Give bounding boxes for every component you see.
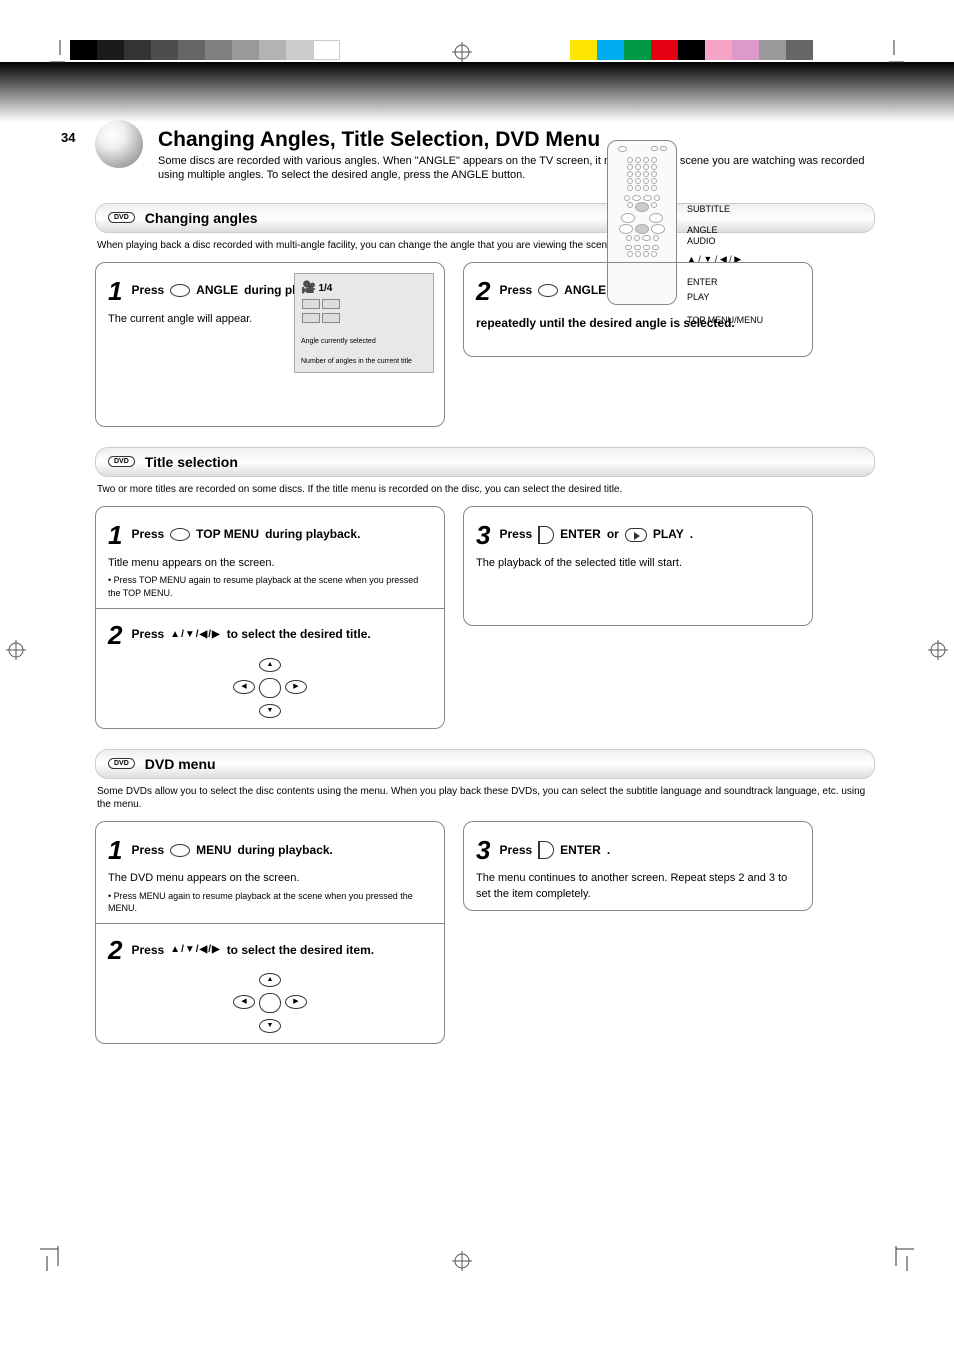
registration-mark-icon xyxy=(452,1251,472,1271)
registration-mark-icon xyxy=(928,640,948,660)
step-box: 1 Press MENU during playback. The DVD me… xyxy=(95,821,445,1044)
step-text: repeatedly until the desired angle is se… xyxy=(476,315,735,332)
section-title: Title selection xyxy=(145,454,238,470)
registration-mark-icon xyxy=(6,640,26,660)
dpad-icon: ▲▼◀▶ xyxy=(225,973,315,1033)
step-box: 3 Press ENTER or PLAY . The playback of … xyxy=(463,506,813,626)
step-body: Title menu appears on the screen. xyxy=(108,556,432,571)
enter-button-icon xyxy=(538,841,554,859)
osd-inset: 🎥 1/4 Angle currently selected Number of… xyxy=(294,273,434,373)
step-box: 1 Press ANGLE during playback. The curre… xyxy=(95,262,445,427)
crop-mark-icon xyxy=(889,1246,914,1271)
dvd-badge-icon: DVD xyxy=(108,758,135,769)
section-description: Two or more titles are recorded on some … xyxy=(97,483,873,496)
section-bar-title: DVD Title selection xyxy=(95,447,875,477)
dpad-icon: ▲▼◀▶ xyxy=(225,658,315,718)
inset-caption: Angle currently selected xyxy=(301,338,376,346)
step-text: to select the desired item. xyxy=(227,942,374,959)
section-title: DVD menu xyxy=(145,756,216,772)
step-button-label: MENU xyxy=(196,842,231,859)
step-note: • Press TOP MENU again to resume playbac… xyxy=(108,574,432,599)
dvd-badge-icon: DVD xyxy=(108,456,135,467)
step-text: or xyxy=(607,526,619,543)
dvd-badge-icon: DVD xyxy=(108,212,135,223)
step-button-label: PLAY xyxy=(653,526,684,543)
step-text: Press xyxy=(131,942,164,959)
step-text: Press xyxy=(499,282,532,299)
camera-icon: 🎥 xyxy=(301,280,316,294)
step-text: Press xyxy=(131,282,164,299)
top-menu-button-icon xyxy=(170,528,190,541)
page-subtitle: Some discs are recorded with various ang… xyxy=(158,154,875,183)
color-calibration-strip xyxy=(570,40,813,60)
menu-button-icon xyxy=(170,844,190,857)
remote-label: AUDIO xyxy=(687,237,763,246)
step-text: . xyxy=(690,526,693,543)
remote-label: ANGLE xyxy=(687,226,763,235)
step-text: Press xyxy=(499,842,532,859)
step-text: during playback. xyxy=(238,842,333,859)
page-number: 34 xyxy=(61,130,75,145)
section-bar-dvd-menu: DVD DVD menu xyxy=(95,749,875,779)
step-text: Press xyxy=(131,526,164,543)
step-text: . xyxy=(607,842,610,859)
step-body: The DVD menu appears on the screen. xyxy=(108,871,432,886)
crop-mark-icon xyxy=(50,40,70,70)
angle-button-icon xyxy=(170,284,190,297)
angle-readout: 1/4 xyxy=(318,283,332,294)
crop-mark-icon xyxy=(40,1246,65,1271)
section-title: Changing angles xyxy=(145,210,258,226)
step-text: Press xyxy=(499,526,532,543)
step-box: 2 Press ANGLE repeatedly until the desir… xyxy=(463,262,813,357)
header-gradient xyxy=(0,62,954,122)
step-text: to select the desired title. xyxy=(227,626,371,643)
crop-mark-icon xyxy=(884,40,904,70)
step-note: • Press MENU again to resume playback at… xyxy=(108,890,432,915)
inset-caption: Number of angles in the current title xyxy=(301,358,412,366)
arrow-keys-icon: ▲/▼/◀/▶ xyxy=(170,943,221,957)
step-button-label: ANGLE xyxy=(564,282,606,299)
section-description: Some DVDs allow you to select the disc c… xyxy=(97,785,873,811)
step-body: The playback of the selected title will … xyxy=(476,556,800,571)
enter-button-icon xyxy=(538,526,554,544)
step-button-label: ENTER xyxy=(560,842,601,859)
decorative-sphere-icon xyxy=(95,120,143,168)
page-title: Changing Angles, Title Selection, DVD Me… xyxy=(158,128,875,152)
arrow-keys-icon: ▲/▼/◀/▶ xyxy=(170,628,221,642)
step-text: during playback. xyxy=(265,526,360,543)
step-button-label: ANGLE xyxy=(196,282,238,299)
grayscale-calibration-strip xyxy=(70,40,340,60)
registration-mark-icon xyxy=(452,42,472,62)
step-text: Press xyxy=(131,626,164,643)
play-button-icon xyxy=(625,528,647,542)
angle-button-icon xyxy=(538,284,558,297)
remote-label: SUBTITLE xyxy=(687,205,763,214)
step-box: 3 Press ENTER . The menu continues to an… xyxy=(463,821,813,911)
step-body: The menu continues to another screen. Re… xyxy=(476,871,800,902)
step-button-label: ENTER xyxy=(560,526,601,543)
step-text: Press xyxy=(131,842,164,859)
step-button-label: TOP MENU xyxy=(196,526,259,543)
step-box: 1 Press TOP MENU during playback. Title … xyxy=(95,506,445,729)
